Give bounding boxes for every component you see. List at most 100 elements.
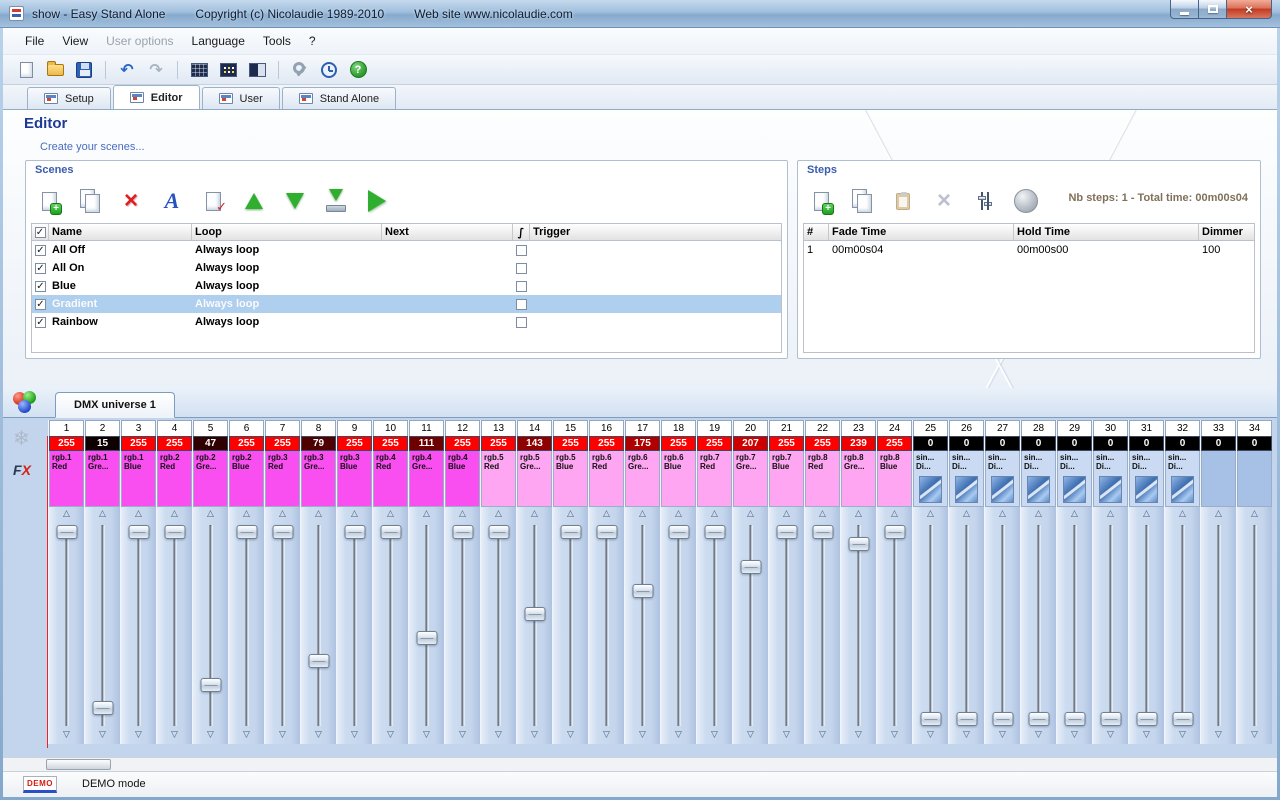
fader-increment-button[interactable]: △ [949,507,984,523]
fader-increment-button[interactable]: △ [1237,507,1272,523]
fader-track[interactable] [337,523,372,728]
fader-decrement-button[interactable]: ▽ [841,728,876,744]
fader-increment-button[interactable]: △ [265,507,300,523]
channel-label[interactable]: sin... Di... [1093,451,1128,507]
fader-track[interactable] [949,523,984,728]
fader-thumb[interactable] [704,525,725,539]
scene-fade-checkbox[interactable] [516,299,527,310]
fader-decrement-button[interactable]: ▽ [1057,728,1092,744]
fader-track[interactable] [85,523,120,728]
fader-thumb[interactable] [1100,712,1121,726]
channel-label[interactable]: rgb.7 Blue [769,451,804,507]
fader-increment-button[interactable]: △ [49,507,84,523]
scene-enabled-checkbox[interactable]: ✓ [35,317,46,328]
console-view-button[interactable] [246,59,268,81]
fader-increment-button[interactable]: △ [517,507,552,523]
add-scene-button[interactable]: + [36,187,62,215]
fader-increment-button[interactable]: △ [229,507,264,523]
channel-label[interactable]: rgb.5 Red [481,451,516,507]
channel-label[interactable]: sin... Di... [1021,451,1056,507]
fader-track[interactable] [1021,523,1056,728]
channel-label[interactable]: rgb.7 Gre... [733,451,768,507]
fader-increment-button[interactable]: △ [1021,507,1056,523]
tools-button[interactable] [289,59,311,81]
fader-thumb[interactable] [56,525,77,539]
steps-col-number[interactable]: # [804,224,829,240]
rename-scene-button[interactable]: A [159,187,185,215]
move-scene-up-button[interactable] [241,187,267,215]
channel-label[interactable]: sin... Di... [949,451,984,507]
fader-track[interactable] [373,523,408,728]
fader-increment-button[interactable]: △ [481,507,516,523]
fader-track[interactable] [265,523,300,728]
channel-label[interactable]: rgb.1 Red [49,451,84,507]
fader-increment-button[interactable]: △ [337,507,372,523]
fader-increment-button[interactable]: △ [877,507,912,523]
scene-enabled-checkbox[interactable]: ✓ [35,299,46,310]
fader-increment-button[interactable]: △ [121,507,156,523]
tab-editor[interactable]: Editor [113,85,200,109]
fader-thumb[interactable] [776,525,797,539]
dmx-universe-tab[interactable]: DMX universe 1 [55,392,175,418]
fader-thumb[interactable] [416,631,437,645]
channel-label[interactable]: rgb.4 Blue [445,451,480,507]
channel-label[interactable]: rgb.2 Gre... [193,451,228,507]
channel-label[interactable]: rgb.4 Red [373,451,408,507]
fader-decrement-button[interactable]: ▽ [481,728,516,744]
fader-thumb[interactable] [560,525,581,539]
fader-thumb[interactable] [92,701,113,715]
scene-row[interactable]: ✓ Gradient Always loop [32,295,781,313]
fader-decrement-button[interactable]: ▽ [733,728,768,744]
fader-thumb[interactable] [380,525,401,539]
fader-track[interactable] [661,523,696,728]
channel-label[interactable]: rgb.3 Blue [337,451,372,507]
fader-thumb[interactable] [848,537,869,551]
fader-decrement-button[interactable]: ▽ [769,728,804,744]
scene-fade-checkbox[interactable] [516,317,527,328]
fader-thumb[interactable] [956,712,977,726]
fader-decrement-button[interactable]: ▽ [661,728,696,744]
scene-enabled-checkbox[interactable]: ✓ [35,263,46,274]
fader-decrement-button[interactable]: ▽ [1165,728,1200,744]
help-button[interactable]: ? [347,59,369,81]
fader-decrement-button[interactable]: ▽ [985,728,1020,744]
fader-thumb[interactable] [488,525,509,539]
fader-increment-button[interactable]: △ [913,507,948,523]
channel-label[interactable]: rgb.8 Gre... [841,451,876,507]
compare-steps-button[interactable] [972,187,998,215]
fader-thumb[interactable] [344,525,365,539]
fader-track[interactable] [877,523,912,728]
fader-thumb[interactable] [740,560,761,574]
fader-decrement-button[interactable]: ▽ [193,728,228,744]
fader-increment-button[interactable]: △ [445,507,480,523]
fader-thumb[interactable] [596,525,617,539]
channel-label[interactable]: sin... Di... [1129,451,1164,507]
select-all-checkbox[interactable]: ✓ [35,227,46,238]
channel-label[interactable]: rgb.5 Blue [553,451,588,507]
fader-decrement-button[interactable]: ▽ [589,728,624,744]
channel-label[interactable]: rgb.8 Blue [877,451,912,507]
channel-label[interactable]: rgb.6 Red [589,451,624,507]
scene-row[interactable]: ✓ All Off Always loop [32,241,781,259]
fader-increment-button[interactable]: △ [805,507,840,523]
fader-decrement-button[interactable]: ▽ [697,728,732,744]
scene-enabled-checkbox[interactable]: ✓ [35,281,46,292]
fader-increment-button[interactable]: △ [1057,507,1092,523]
undo-button[interactable]: ↶ [116,59,138,81]
fader-thumb[interactable] [1136,712,1157,726]
fader-decrement-button[interactable]: ▽ [445,728,480,744]
fader-thumb[interactable] [668,525,689,539]
fader-track[interactable] [445,523,480,728]
fader-decrement-button[interactable]: ▽ [121,728,156,744]
channel-label[interactable] [1201,451,1236,507]
fader-thumb[interactable] [812,525,833,539]
fader-decrement-button[interactable]: ▽ [49,728,84,744]
channel-label[interactable]: rgb.4 Gre... [409,451,444,507]
scene-properties-button[interactable]: ✓ [200,187,226,215]
scene-row[interactable]: ✓ Blue Always loop [32,277,781,295]
fader-track[interactable] [1201,523,1236,728]
scene-fade-checkbox[interactable] [516,263,527,274]
fader-track[interactable] [229,523,264,728]
channel-label[interactable]: rgb.5 Gre... [517,451,552,507]
fader-decrement-button[interactable]: ▽ [301,728,336,744]
